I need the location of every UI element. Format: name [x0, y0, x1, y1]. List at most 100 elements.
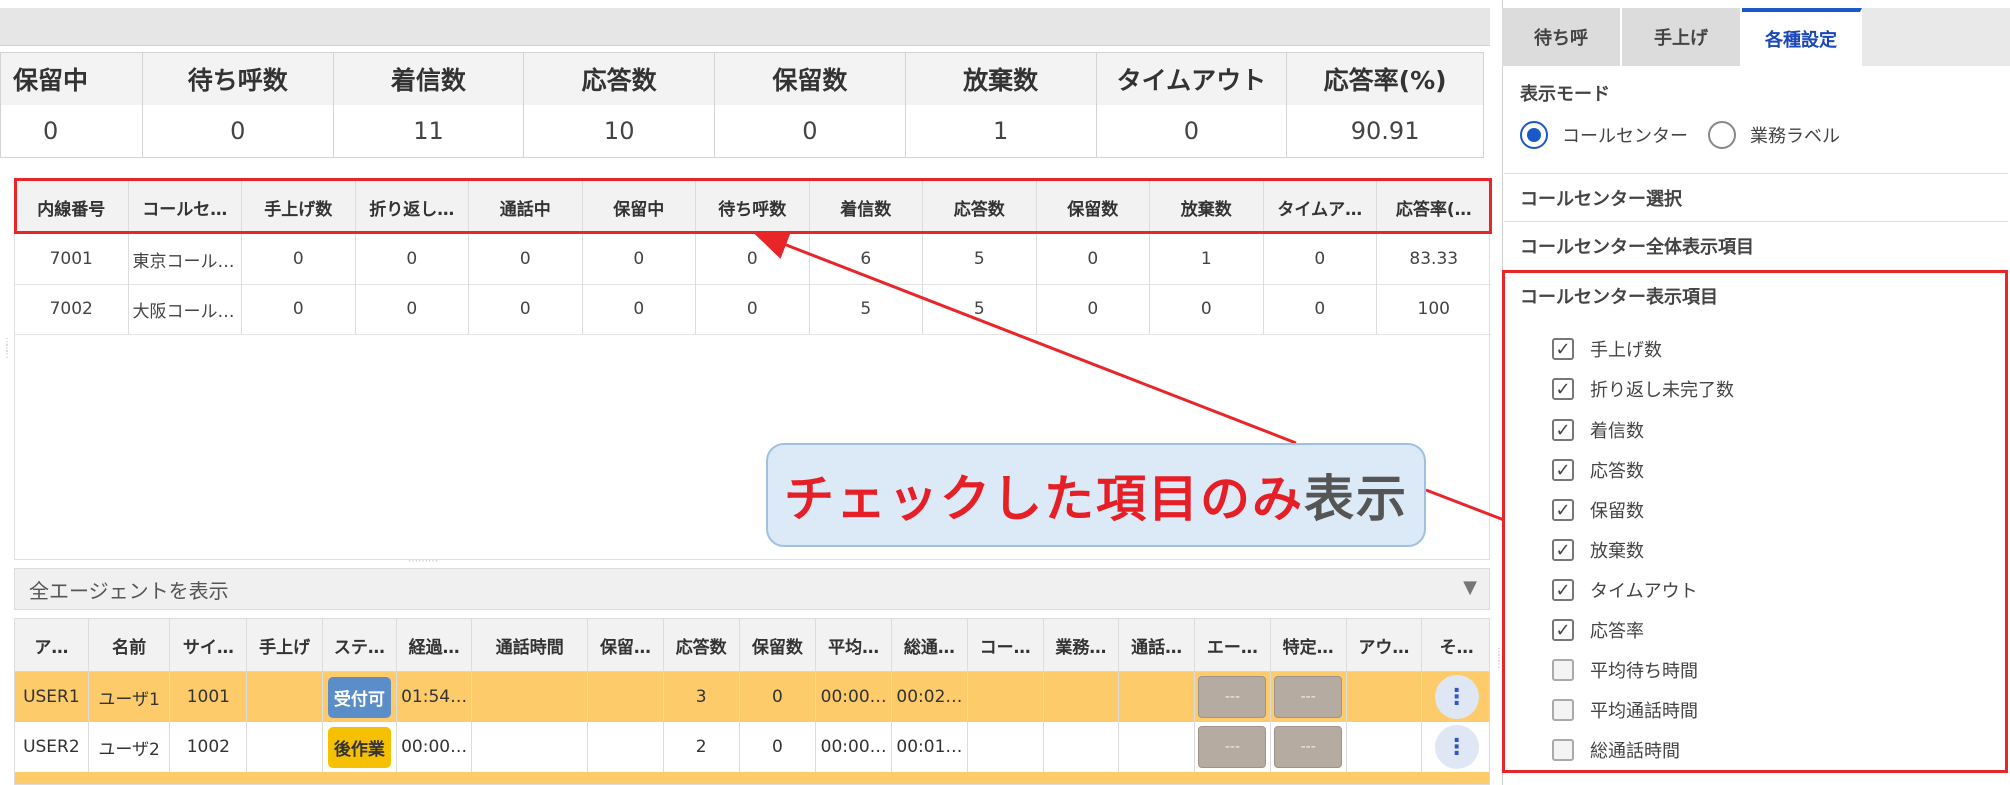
table-cell: 6: [810, 234, 923, 284]
agent-avg: 00:00…: [816, 672, 893, 722]
summary-value-cell: 0: [715, 105, 906, 157]
summary-header-cell: タイムアウト: [1097, 53, 1288, 105]
summary-value-cell: 90.91: [1350, 117, 1420, 145]
agent-name: ユーザ1: [89, 672, 171, 722]
table-cell: 0: [242, 234, 356, 284]
agent-answered: 2: [664, 722, 740, 772]
column-header[interactable]: 保留…: [588, 619, 664, 671]
table-cell: ⋮: [1422, 722, 1489, 772]
table-cell: 受付可: [323, 672, 397, 722]
column-header[interactable]: 応答数: [664, 619, 740, 671]
agent-action-button[interactable]: ---: [1198, 676, 1267, 718]
specific-action-button[interactable]: ---: [1274, 726, 1343, 768]
agent-filter-dropdown[interactable]: 全エージェントを表示 ▼: [14, 568, 1490, 610]
section-call-center-select[interactable]: コールセンター選択: [1504, 173, 2008, 221]
summary-header-cell: 保留数: [715, 53, 906, 105]
table-row[interactable]: USER1 ユーザ1 1001 受付可 01:54… 3 0 00:00… 00…: [15, 672, 1489, 722]
summary-header-cell: 待ち呼数: [143, 53, 334, 105]
column-header[interactable]: 通話時間: [472, 619, 589, 671]
column-header[interactable]: ステ…: [323, 619, 397, 671]
column-header[interactable]: 通話…: [1119, 619, 1196, 671]
radio-business-label-text[interactable]: 業務ラベル: [1750, 122, 1840, 148]
table-cell: ---: [1271, 722, 1347, 772]
tab-settings[interactable]: 各種設定: [1742, 8, 1862, 66]
table-cell: [247, 722, 323, 772]
table-cell: [968, 722, 1044, 772]
column-header[interactable]: 保留数: [740, 619, 817, 671]
column-header[interactable]: エー…: [1195, 619, 1271, 671]
summary-value-cell: 11: [334, 105, 525, 157]
table-cell: 0: [469, 234, 583, 284]
summary-header-cell: 応答率(%): [1323, 66, 1447, 95]
resize-handle[interactable]: ⋮ ⋮ ⋮: [1494, 648, 1504, 694]
triangle-down-icon[interactable]: ▼: [1463, 577, 1477, 598]
table-row[interactable]: [15, 772, 1489, 784]
column-header[interactable]: アウ…: [1347, 619, 1423, 671]
table-cell: 5: [923, 234, 1037, 284]
table-cell: 東京コール…: [129, 234, 242, 284]
table-cell: 5: [810, 284, 923, 334]
column-header[interactable]: ア…: [15, 619, 89, 671]
table-cell: [968, 672, 1044, 722]
column-header[interactable]: 総通…: [892, 619, 968, 671]
agent-hold: 0: [740, 672, 817, 722]
table-cell: 1: [1150, 234, 1264, 284]
table-cell: 0: [1150, 284, 1264, 334]
table-cell: [1347, 672, 1423, 722]
resize-handle[interactable]: ⋯⋯⋯: [408, 556, 454, 567]
agent-site: 1001: [170, 672, 248, 722]
section-title: コールセンター選択: [1520, 188, 1682, 210]
column-header[interactable]: そ…: [1422, 619, 1489, 671]
agent-site: 1002: [170, 722, 248, 772]
table-cell: 0: [356, 284, 469, 334]
table-row[interactable]: 7002 大阪コール… 0 0 0 0 0 5 5 0 0 0 100: [15, 284, 1491, 335]
resize-handle[interactable]: ⋮ ⋮ ⋮: [2, 338, 12, 390]
annotation-callout: チェックした項目のみ 表示: [766, 443, 1426, 547]
table-cell: ---: [1195, 672, 1271, 722]
status-badge[interactable]: 受付可: [327, 676, 391, 718]
table-cell: [1119, 672, 1196, 722]
table-cell: ⋮: [1422, 672, 1489, 722]
annotation-highlight-box: [14, 178, 1492, 234]
tab-waiting-calls[interactable]: 待ち呼: [1502, 8, 1622, 66]
column-header[interactable]: サイ…: [170, 619, 248, 671]
radio-call-center-label[interactable]: コールセンター: [1562, 122, 1688, 148]
column-header[interactable]: 手上げ: [247, 619, 323, 671]
vertical-dots-icon[interactable]: ⋮: [1434, 725, 1479, 769]
radio-call-center[interactable]: [1520, 121, 1548, 149]
summary-value-cell: 1: [906, 105, 1097, 157]
column-header[interactable]: 特定…: [1271, 619, 1347, 671]
agent-filter-label: 全エージェントを表示: [29, 578, 229, 603]
summary-header-cell: 応答数: [524, 53, 716, 105]
table-row[interactable]: 7001 東京コール… 0 0 0 0 0 6 5 0 1 0 83.33: [15, 234, 1491, 285]
summary-header-cell: 着信数: [334, 53, 525, 105]
agent-answered: 3: [664, 672, 740, 722]
column-header[interactable]: コー…: [968, 619, 1044, 671]
table-cell: 5: [923, 284, 1037, 334]
agent-id: USER1: [15, 672, 89, 722]
table-cell: 後作業: [323, 722, 397, 772]
tab-raise-hand[interactable]: 手上げ: [1622, 8, 1742, 66]
agent-total: 00:02…: [892, 672, 968, 722]
radio-business-label[interactable]: [1708, 121, 1736, 149]
callout-text: 表示: [1304, 470, 1408, 528]
table-cell: 7001: [15, 234, 129, 284]
summary-table: 保留中 待ち呼数 着信数 応答数 保留数 放棄数 タイムアウト 応答率(%) 0…: [0, 52, 1484, 158]
summary-value-cell: 0: [143, 105, 334, 157]
agent-hold: 0: [740, 722, 817, 772]
vertical-dots-icon[interactable]: ⋮: [1434, 675, 1479, 719]
summary-header-cell: 保留中: [1, 53, 143, 105]
status-badge[interactable]: 後作業: [327, 726, 391, 768]
section-overall-display-items[interactable]: コールセンター全体表示項目: [1504, 221, 2008, 269]
table-cell: [588, 722, 664, 772]
specific-action-button[interactable]: ---: [1274, 676, 1343, 718]
table-row[interactable]: USER2 ユーザ2 1002 後作業 00:00… 2 0 00:00… 00…: [15, 722, 1489, 772]
section-title: コールセンター全体表示項目: [1520, 236, 1754, 258]
agent-action-button[interactable]: ---: [1198, 726, 1267, 768]
column-header[interactable]: 経過…: [397, 619, 473, 671]
column-header[interactable]: 業務…: [1044, 619, 1120, 671]
callout-highlight-text: チェックした項目のみ: [784, 470, 1304, 528]
column-header[interactable]: 名前: [89, 619, 171, 671]
table-cell: [1044, 722, 1120, 772]
column-header[interactable]: 平均…: [816, 619, 893, 671]
